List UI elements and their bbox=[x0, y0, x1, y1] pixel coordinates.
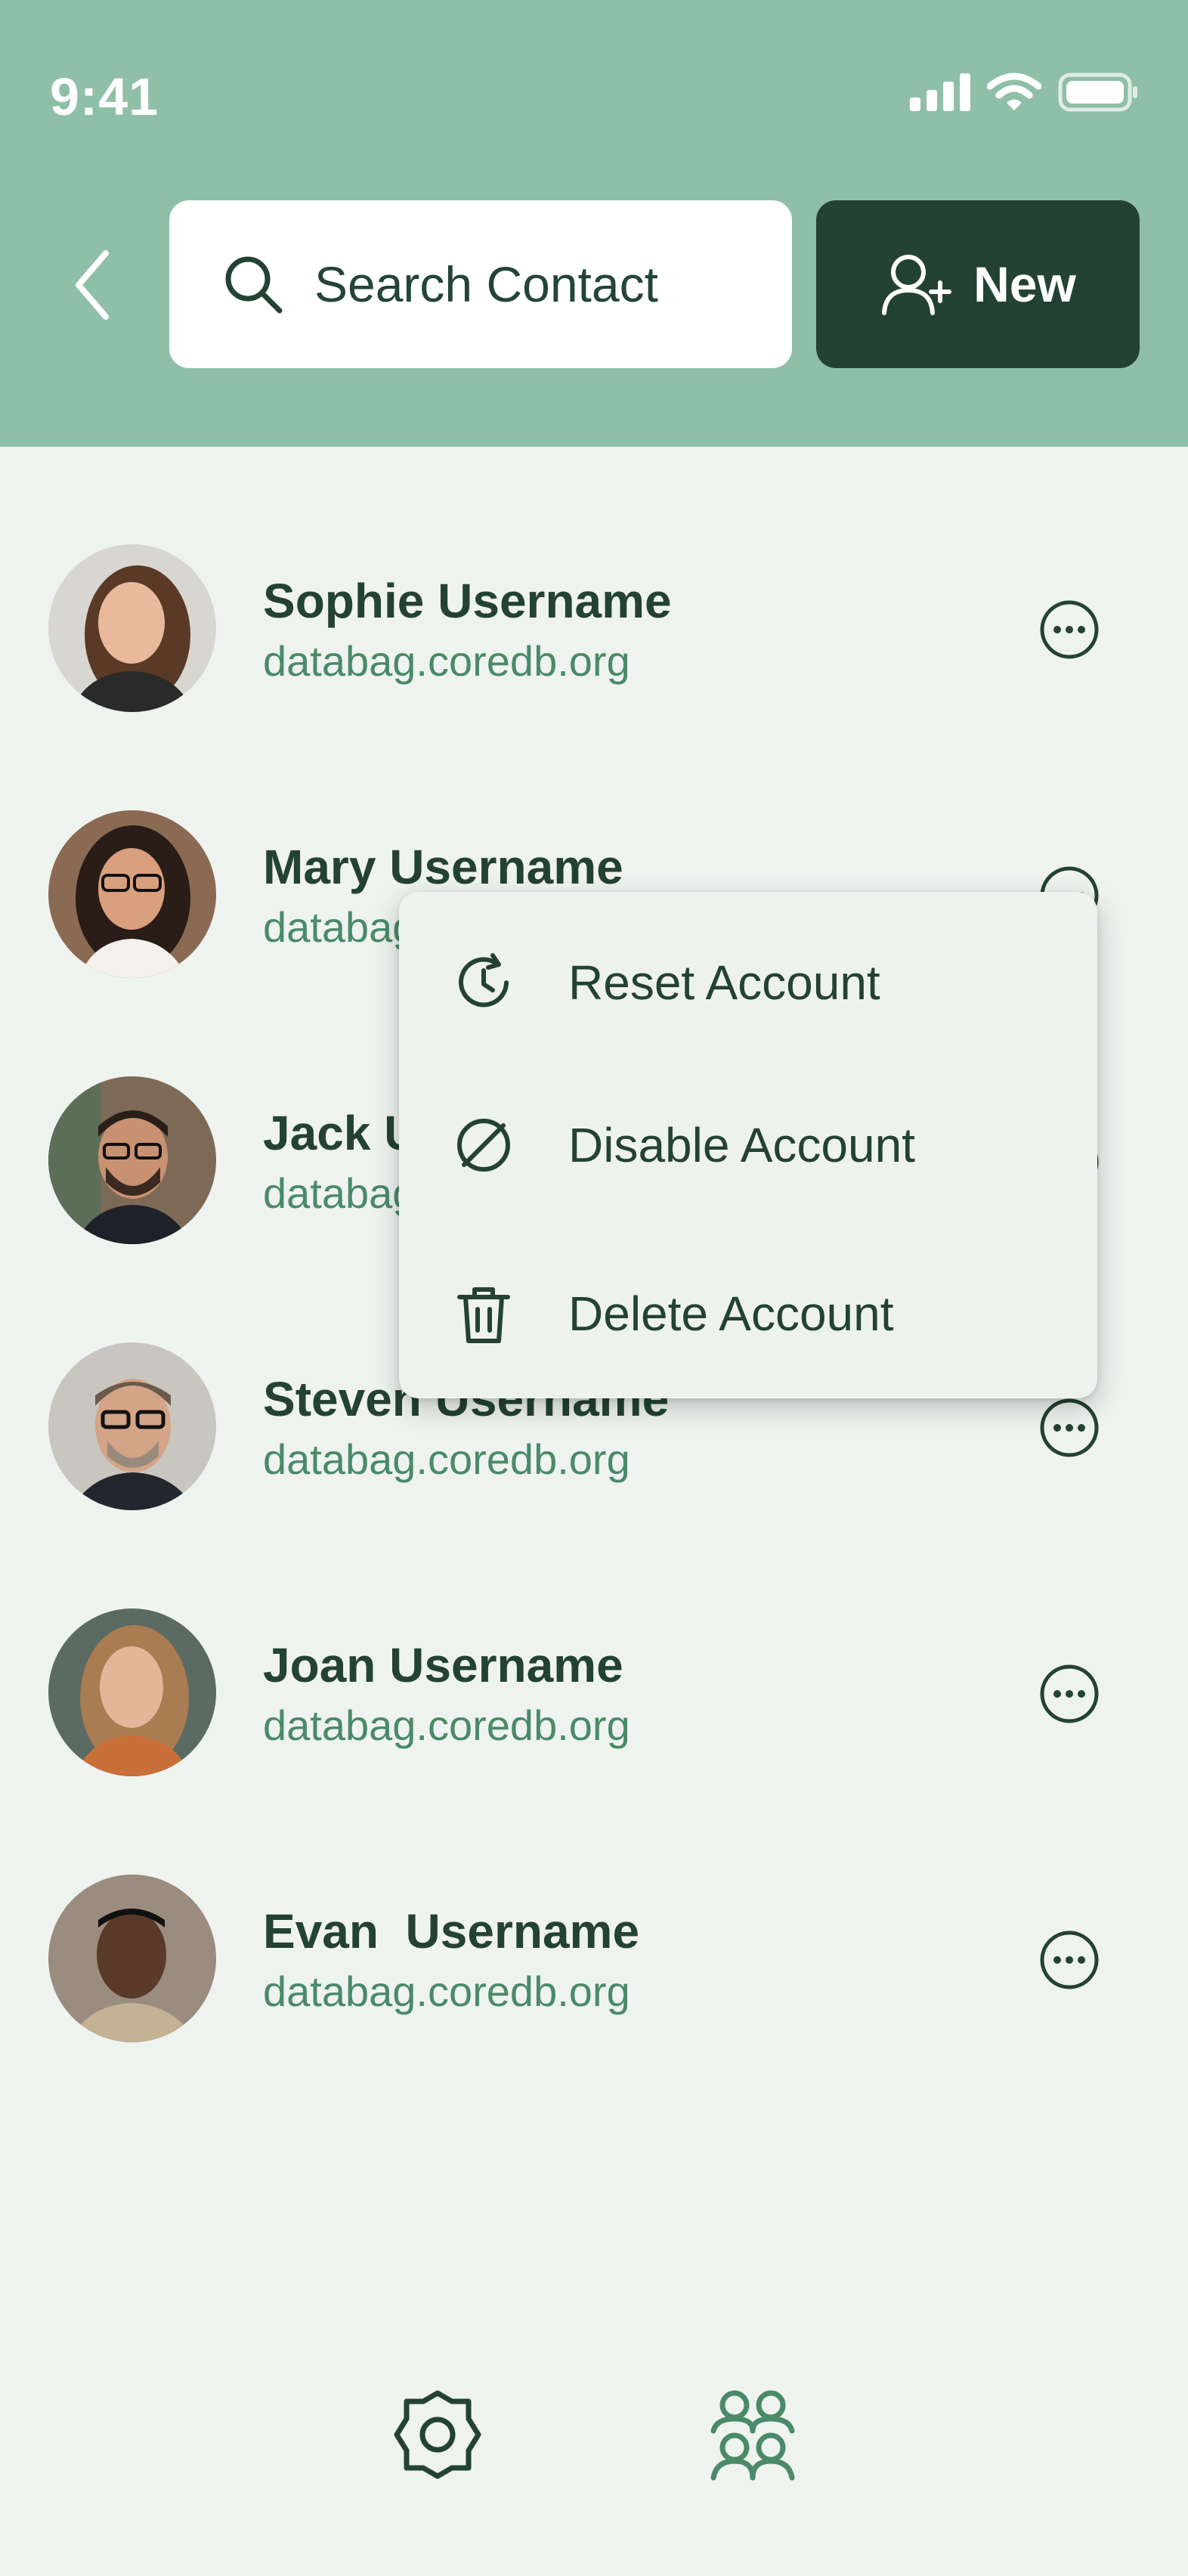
add-user-icon bbox=[882, 255, 952, 315]
more-options-icon[interactable] bbox=[1038, 599, 1100, 661]
search-icon bbox=[225, 256, 283, 314]
menu-item-reset-account[interactable]: Reset Account bbox=[399, 907, 1097, 1058]
disable-icon bbox=[457, 1119, 510, 1172]
new-button-label: New bbox=[973, 256, 1076, 312]
more-options-icon[interactable] bbox=[1038, 1929, 1100, 1991]
menu-item-label: Reset Account bbox=[568, 955, 880, 1010]
avatar bbox=[48, 544, 216, 712]
gear-icon[interactable] bbox=[391, 2389, 484, 2481]
signal-icon bbox=[910, 73, 970, 111]
contact-domain: databag.coredb.org bbox=[263, 637, 630, 685]
avatar bbox=[48, 1342, 216, 1510]
menu-item-delete-account[interactable]: Delete Account bbox=[399, 1238, 1097, 1389]
list-item[interactable]: Sophie Username databag.coredb.org bbox=[0, 544, 1188, 718]
avatar bbox=[48, 1608, 216, 1776]
battery-icon bbox=[1058, 73, 1137, 112]
list-item[interactable]: Joan Username databag.coredb.org bbox=[0, 1608, 1188, 1782]
contact-name: Sophie Username bbox=[263, 574, 672, 628]
contact-name: Joan Username bbox=[263, 1638, 623, 1692]
contact-domain: databag.coredb.org bbox=[263, 1701, 630, 1749]
contact-name: Mary Username bbox=[263, 840, 623, 894]
back-button[interactable] bbox=[62, 243, 122, 327]
wifi-icon bbox=[987, 73, 1041, 110]
contact-domain: databag.coredb.org bbox=[263, 1435, 630, 1483]
reset-clock-icon bbox=[459, 953, 509, 1008]
more-options-icon[interactable] bbox=[1038, 1663, 1100, 1725]
chevron-left-icon bbox=[76, 250, 109, 320]
avatar bbox=[48, 810, 216, 978]
status-time: 9:41 bbox=[50, 67, 159, 126]
contact-name: Evan Username bbox=[263, 1904, 640, 1958]
search-input[interactable] bbox=[314, 255, 768, 313]
status-icons bbox=[910, 73, 1138, 112]
new-contact-button[interactable]: New bbox=[816, 200, 1140, 368]
menu-item-disable-account[interactable]: Disable Account bbox=[399, 1070, 1097, 1221]
contact-domain: databag.coredb.org bbox=[263, 1968, 630, 2015]
trash-icon bbox=[457, 1287, 510, 1343]
menu-item-label: Disable Account bbox=[568, 1118, 915, 1172]
context-menu: Reset Account Disable Account Delete Acc… bbox=[399, 892, 1097, 1398]
contacts-group-icon[interactable] bbox=[706, 2389, 800, 2482]
more-options-icon[interactable] bbox=[1038, 1397, 1100, 1459]
list-item[interactable]: Evan Username databag.coredb.org bbox=[0, 1875, 1188, 2048]
search-field[interactable] bbox=[169, 200, 792, 368]
header: 9:41 Search Contact New bbox=[0, 0, 1188, 447]
menu-item-label: Delete Account bbox=[568, 1286, 894, 1341]
avatar bbox=[48, 1076, 216, 1244]
avatar bbox=[48, 1875, 216, 2042]
